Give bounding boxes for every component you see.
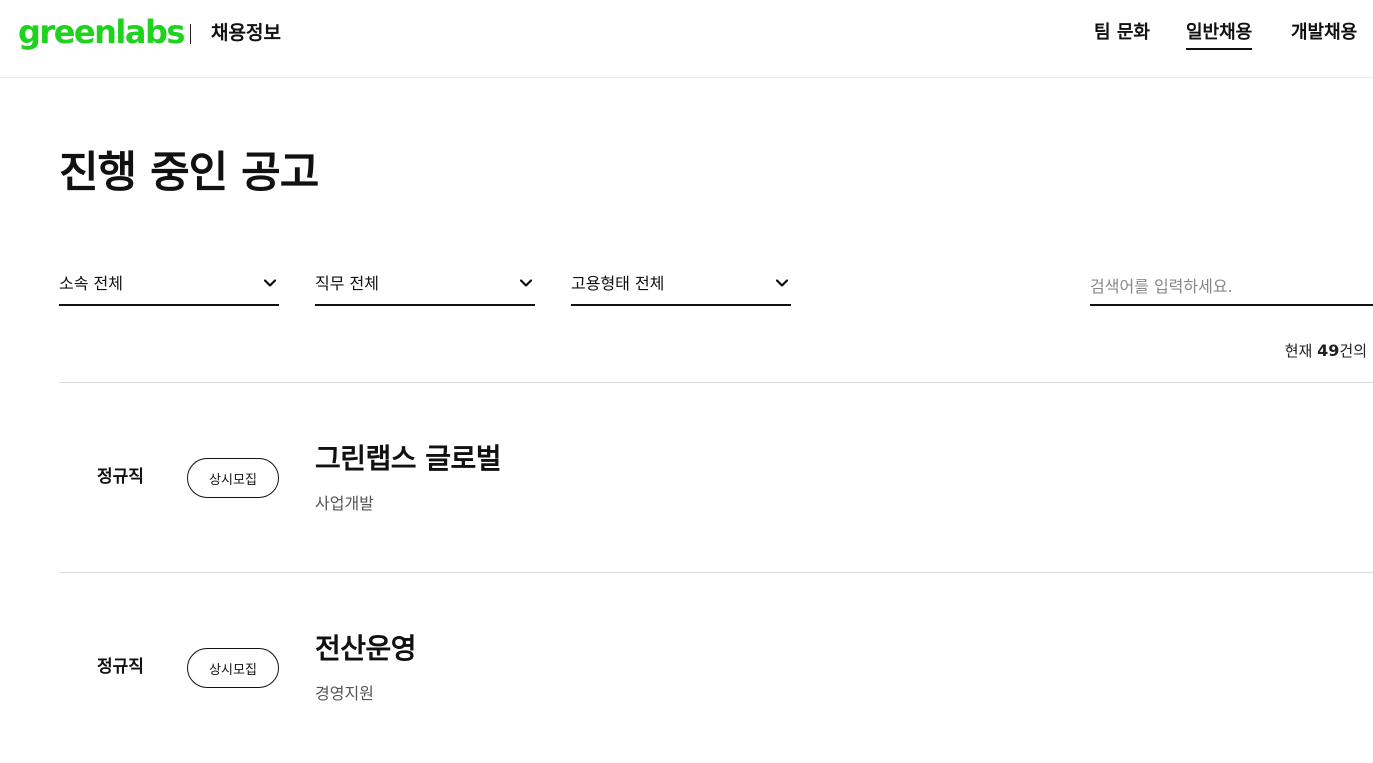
chevron-down-icon (519, 279, 533, 287)
chevron-down-icon (263, 279, 277, 287)
affiliation-filter-label: 소속 전체 (59, 274, 123, 293)
job-list-item[interactable]: 정규직 상시모집 전산운영 경영지원 (59, 573, 1373, 763)
job-title[interactable]: 전산운영 (315, 631, 417, 667)
job-function-filter-label: 직무 전체 (315, 274, 379, 293)
job-title[interactable]: 그린랩스 글로벌 (315, 441, 502, 477)
header-divider (190, 24, 191, 44)
job-employment-type: 정규직 (97, 467, 144, 487)
greenlabs-logo[interactable]: greenlabs (18, 12, 185, 52)
nav-team-culture[interactable]: 팀 문화 (1094, 21, 1150, 45)
result-count: 현재 49건의 (1285, 340, 1367, 362)
result-count-suffix: 건의 (1339, 342, 1367, 360)
job-status-badge: 상시모집 (187, 648, 279, 688)
employment-type-filter-label: 고용형태 전체 (571, 274, 665, 293)
job-function-filter[interactable]: 직무 전체 (315, 268, 535, 306)
chevron-down-icon (775, 279, 789, 287)
result-count-number: 49 (1317, 341, 1340, 360)
page-title: 진행 중인 공고 (59, 148, 319, 198)
job-employment-type: 정규직 (97, 657, 144, 677)
site-header: greenlabs 채용정보 팀 문화 일반채용 개발채용 (0, 0, 1373, 78)
affiliation-filter[interactable]: 소속 전체 (59, 268, 279, 306)
result-count-prefix: 현재 (1284, 342, 1318, 360)
header-section-title[interactable]: 채용정보 (211, 21, 281, 45)
employment-type-filter[interactable]: 고용형태 전체 (571, 268, 791, 306)
job-department: 사업개발 (315, 494, 374, 513)
search-box (1090, 268, 1373, 306)
search-input[interactable] (1090, 274, 1370, 298)
job-status-badge: 상시모집 (187, 458, 279, 498)
nav-dev-recruit[interactable]: 개발채용 (1291, 21, 1357, 45)
job-department: 경영지원 (315, 684, 374, 703)
nav-general-recruit[interactable]: 일반채용 (1186, 21, 1253, 50)
job-list-item[interactable]: 정규직 상시모집 그린랩스 글로벌 사업개발 (59, 383, 1373, 573)
